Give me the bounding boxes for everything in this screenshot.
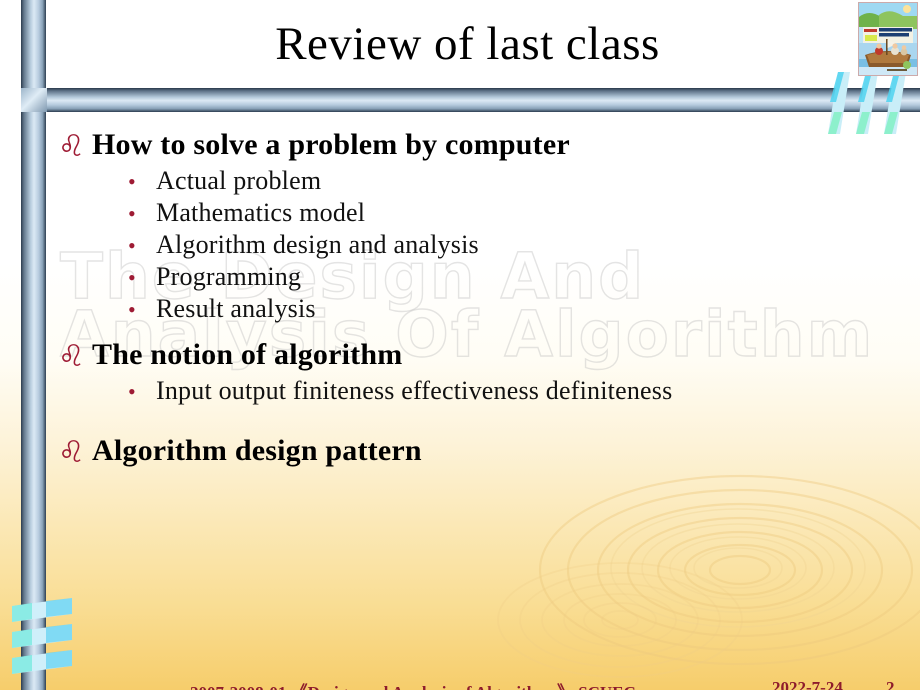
bullet-list: ♌ How to solve a problem by computer • A… xyxy=(58,128,910,472)
list-item: • Input output finiteness effectiveness … xyxy=(58,376,910,406)
leo-bullet-icon: ♌ xyxy=(58,129,85,164)
list-item: • Actual problem xyxy=(58,166,910,196)
list-item-label: Actual problem xyxy=(156,166,322,195)
title-panel: Review of last class xyxy=(45,0,920,88)
bar-joint-cap xyxy=(21,88,47,112)
page-title: Review of last class xyxy=(275,18,660,70)
list-item: • Programming xyxy=(58,262,910,292)
content-area: ♌ How to solve a problem by computer • A… xyxy=(46,112,920,690)
footer-page-number: 2 xyxy=(886,678,895,690)
list-item-label: Result analysis xyxy=(156,294,316,323)
dot-bullet-icon: • xyxy=(128,265,136,290)
heading-text-1: How to solve a problem by computer xyxy=(92,128,570,161)
list-item-label: Algorithm design and analysis xyxy=(156,230,479,259)
leo-bullet-icon: ♌ xyxy=(58,435,85,470)
heading-text-3: Algorithm design pattern xyxy=(92,434,422,467)
list-item-label: Programming xyxy=(156,262,302,291)
list-item: • Mathematics model xyxy=(58,198,910,228)
dot-bullet-icon: • xyxy=(128,233,136,258)
heading-row-3: ♌ Algorithm design pattern xyxy=(58,434,910,468)
list-item: • Result analysis xyxy=(58,294,910,324)
footer-course-label: 2007-2008-01 《Design and Analysis of Alg… xyxy=(190,678,636,690)
dot-bullet-icon: • xyxy=(128,169,136,194)
heading-row-1: ♌ How to solve a problem by computer xyxy=(58,128,910,162)
heading-row-2: ♌ The notion of algorithm xyxy=(58,338,910,372)
book-cover-image xyxy=(858,2,918,76)
list-item-label: Mathematics model xyxy=(156,198,366,227)
dot-bullet-icon: • xyxy=(128,201,136,226)
dot-bullet-icon: • xyxy=(128,297,136,322)
list-item: • Algorithm design and analysis xyxy=(58,230,910,260)
horizontal-divider-bar xyxy=(21,88,920,112)
dot-bullet-icon: • xyxy=(128,379,136,404)
footer-date-label: 2022-7-24 xyxy=(772,678,843,690)
list-item-label: Input output finiteness effectiveness de… xyxy=(156,376,673,405)
presentation-slide: The Design And Analysis Of Algorithm Rev… xyxy=(0,0,920,690)
leo-bullet-icon: ♌ xyxy=(58,339,85,374)
heading-text-2: The notion of algorithm xyxy=(92,338,403,371)
